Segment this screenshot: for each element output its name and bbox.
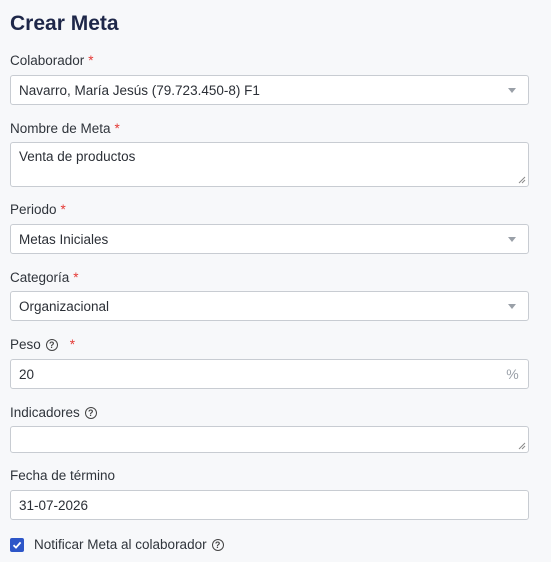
colaborador-label: Colaborador * — [10, 53, 94, 68]
peso-input[interactable]: 20 % — [10, 359, 529, 389]
notificar-checkbox[interactable] — [10, 537, 24, 552]
colaborador-label-text: Colaborador — [10, 53, 85, 68]
required-mark: * — [88, 53, 94, 68]
colaborador-select[interactable]: Navarro, María Jesús (79.723.450-8) F1 — [10, 75, 529, 105]
required-mark: * — [60, 202, 66, 217]
peso-value: 20 — [19, 366, 35, 382]
resize-handle-icon[interactable] — [518, 176, 526, 184]
colaborador-value: Navarro, María Jesús (79.723.450-8) F1 — [19, 82, 260, 98]
nombre-meta-label: Nombre de Meta * — [10, 121, 120, 136]
periodo-label-text: Periodo — [10, 202, 57, 217]
nombre-meta-value: Venta de productos — [19, 149, 136, 164]
chevron-down-icon — [508, 303, 516, 309]
categoria-value: Organizacional — [19, 298, 110, 314]
checkmark-icon — [12, 541, 22, 549]
notificar-row: Notificar Meta al colaborador ? — [10, 537, 224, 552]
peso-label-text: Peso — [10, 337, 41, 352]
categoria-label: Categoría * — [10, 270, 79, 285]
help-icon[interactable]: ? — [84, 406, 97, 419]
periodo-value: Metas Iniciales — [19, 231, 109, 247]
help-icon[interactable]: ? — [211, 538, 224, 551]
help-icon[interactable]: ? — [45, 338, 58, 351]
page-title: Crear Meta — [10, 12, 119, 35]
fecha-termino-label-text: Fecha de término — [10, 468, 116, 483]
nombre-meta-textarea[interactable]: Venta de productos — [10, 142, 529, 187]
percent-addon: % — [496, 360, 528, 388]
chevron-down-icon — [508, 236, 516, 242]
indicadores-label: Indicadores ? — [10, 405, 97, 420]
categoria-label-text: Categoría — [10, 270, 70, 285]
required-mark: * — [69, 337, 76, 352]
crear-meta-form: Crear Meta Colaborador * Navarro, María … — [0, 0, 551, 562]
fecha-termino-input[interactable]: 31-07-2026 — [10, 490, 529, 520]
fecha-termino-value: 31-07-2026 — [19, 497, 89, 513]
fecha-termino-label: Fecha de término — [10, 468, 115, 483]
periodo-label: Periodo * — [10, 202, 66, 217]
periodo-select[interactable]: Metas Iniciales — [10, 224, 529, 254]
peso-label: Peso ? * — [10, 337, 75, 352]
nombre-meta-label-text: Nombre de Meta — [10, 121, 111, 136]
indicadores-textarea[interactable] — [10, 426, 529, 453]
required-mark: * — [114, 121, 120, 136]
indicadores-label-text: Indicadores — [10, 405, 80, 420]
required-mark: * — [73, 270, 79, 285]
chevron-down-icon — [508, 87, 516, 93]
resize-handle-icon[interactable] — [518, 442, 526, 450]
categoria-select[interactable]: Organizacional — [10, 291, 529, 321]
notificar-label: Notificar Meta al colaborador — [34, 537, 207, 552]
